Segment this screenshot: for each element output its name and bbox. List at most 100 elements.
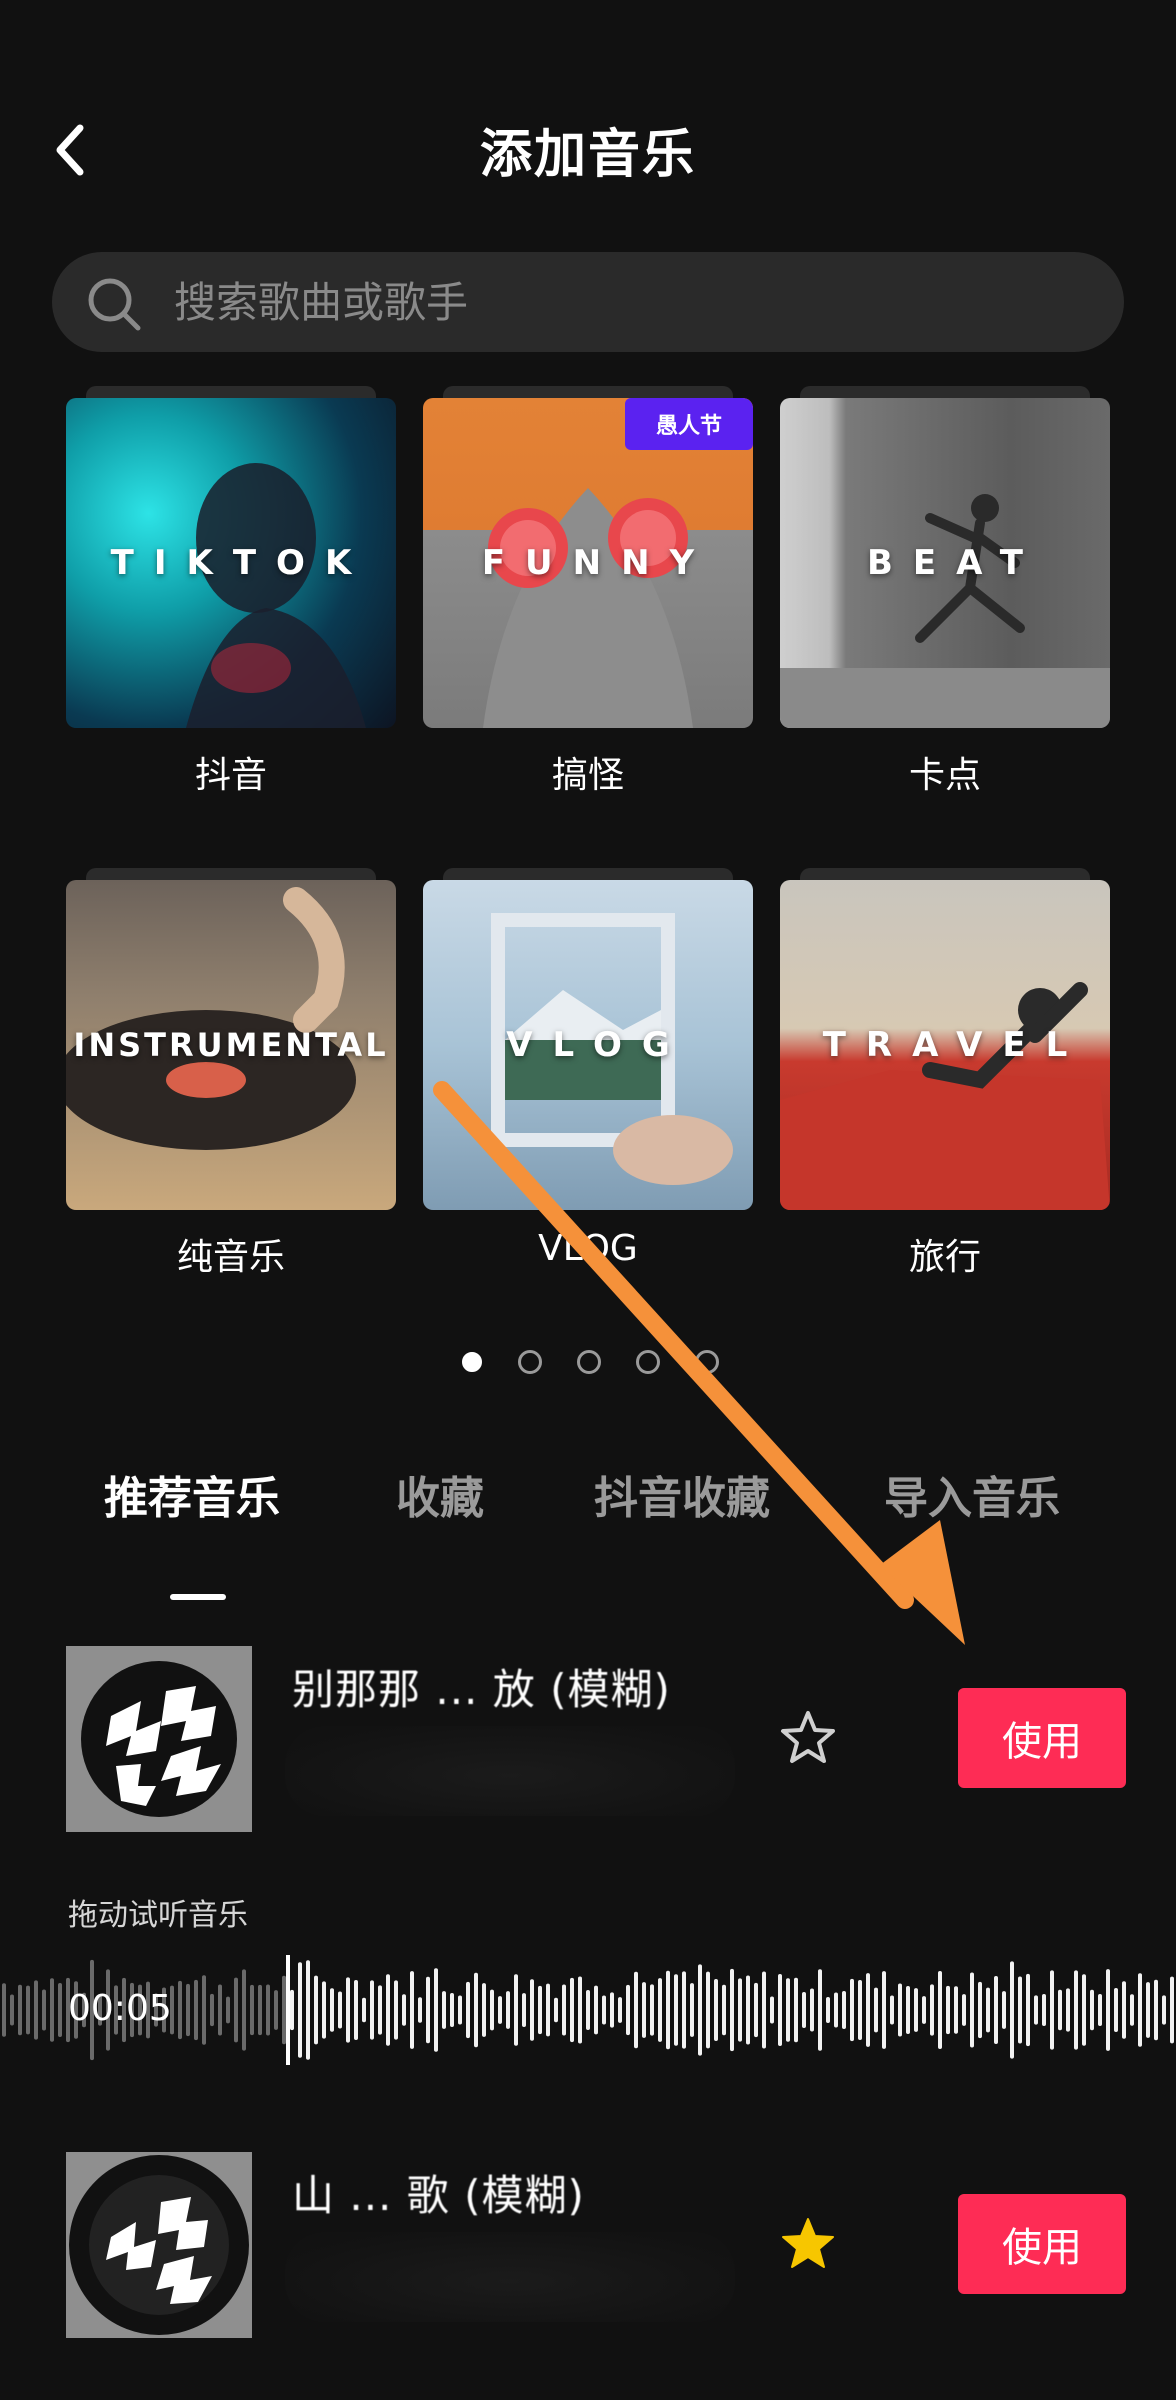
- waveform-bar: [458, 1995, 462, 2025]
- waveform-bar: [346, 1977, 350, 2043]
- waveform-bar: [394, 1980, 398, 2040]
- waveform-bar: [322, 1981, 326, 2039]
- waveform-bar: [618, 1997, 622, 2023]
- waveform-bar: [290, 1989, 294, 2031]
- waveform-bar: [1106, 1969, 1110, 2051]
- favorite-button[interactable]: [778, 2214, 838, 2274]
- category-thumb-text: BEAT: [866, 543, 1043, 583]
- category-beat[interactable]: BEAT 卡点: [780, 386, 1110, 846]
- waveform-bar: [666, 1970, 670, 2050]
- waveform-bar: [778, 1973, 782, 2047]
- waveform-bar: [450, 1992, 454, 2028]
- star-filled-icon: [782, 2218, 834, 2268]
- waveform-bar: [890, 1995, 894, 2025]
- waveform-bar: [1034, 1995, 1038, 2025]
- waveform-bar: [610, 1992, 614, 2028]
- search-input[interactable]: [172, 252, 1072, 352]
- waveform-bar: [818, 1969, 822, 2051]
- waveform-bar: [754, 1982, 758, 2038]
- category-thumb-text: TRAVEL: [822, 1025, 1088, 1065]
- tab-import-music[interactable]: 导入音乐: [884, 1462, 1060, 1526]
- waveform-bar: [770, 1996, 774, 2024]
- waveform-bar: [506, 1991, 510, 2029]
- tab-favorites[interactable]: 收藏: [396, 1462, 484, 1526]
- waveform-bar: [1066, 1988, 1070, 2032]
- waveform-bar: [282, 1975, 286, 2045]
- waveform-bar: [258, 1984, 262, 2036]
- waveform-bar: [298, 1962, 302, 2058]
- category-funny[interactable]: FUNNY 愚人节 搞怪: [423, 386, 753, 846]
- waveform-bar: [914, 1988, 918, 2032]
- waveform-bar: [978, 1981, 982, 2039]
- category-travel[interactable]: TRAVEL 旅行: [780, 868, 1110, 1328]
- tab-douyin-favorites[interactable]: 抖音收藏: [594, 1462, 770, 1526]
- waveform-bar: [466, 1981, 470, 2039]
- waveform-bar: [482, 1983, 486, 2037]
- waveform-bar: [842, 1991, 846, 2029]
- category-thumb-text: VLOG: [506, 1025, 690, 1065]
- category-label: 纯音乐: [176, 1237, 285, 1278]
- song-row[interactable]: 别那那 ... 放 (模糊) 使用: [0, 1646, 1176, 1836]
- pager-dot[interactable]: [462, 1352, 482, 1372]
- waveform-bar: [586, 1989, 590, 2031]
- pager-dot[interactable]: [518, 1350, 542, 1374]
- waveform-bar: [202, 1975, 206, 2045]
- search-bar[interactable]: [52, 252, 1124, 352]
- pager-dot[interactable]: [695, 1350, 719, 1374]
- waveform-bar: [42, 1989, 46, 2031]
- category-thumbnail: FUNNY 愚人节: [423, 398, 753, 728]
- waveform-bar: [674, 1974, 678, 2046]
- waveform-bar: [938, 1970, 942, 2050]
- waveform-bar: [690, 1983, 694, 2037]
- category-instrumental[interactable]: INSTRUMENTAL 纯音乐: [66, 868, 396, 1328]
- waveform-bar: [58, 1983, 62, 2037]
- song-artist-blurred: [285, 1726, 735, 1816]
- waveform-bar: [354, 1979, 358, 2041]
- waveform-bar: [274, 1990, 278, 2030]
- waveform-bar: [226, 1996, 230, 2024]
- waveform-bar: [810, 1988, 814, 2032]
- tab-recommended[interactable]: 推荐音乐: [104, 1462, 280, 1526]
- waveform-bar: [218, 1984, 222, 2036]
- waveform-bar: [186, 1983, 190, 2037]
- waveform-bar: [946, 1985, 950, 2035]
- page-title: 添加音乐: [479, 125, 696, 185]
- waveform-bar: [578, 1976, 582, 2044]
- waveform-bar: [370, 1980, 374, 2040]
- use-button[interactable]: 使用: [958, 2194, 1126, 2294]
- category-tiktok[interactable]: TIKTOK 抖音: [66, 386, 396, 846]
- pager-dot[interactable]: [636, 1350, 660, 1374]
- waveform-bar: [1130, 1994, 1134, 2026]
- waveform-bar: [538, 1985, 542, 2035]
- song-row[interactable]: 山 ... 歌 (模糊) 使用: [0, 2152, 1176, 2342]
- waveform-bar: [330, 1988, 334, 2032]
- waveform-bar: [1114, 1987, 1118, 2033]
- waveform-bar: [194, 1979, 198, 2041]
- waveform-bar: [994, 1976, 998, 2044]
- waveform-bar: [786, 1978, 790, 2042]
- waveform-bar: [410, 1971, 414, 2049]
- pager-dot[interactable]: [577, 1350, 601, 1374]
- waveform-bar: [794, 1977, 798, 2043]
- waveform-bar: [426, 1976, 430, 2044]
- favorite-button[interactable]: [778, 1708, 838, 1768]
- song-title: 山 ... 歌 (模糊): [292, 2171, 585, 2220]
- category-thumb-text: TIKTOK: [110, 543, 372, 583]
- playhead[interactable]: [286, 1955, 290, 2065]
- waveform-bar: [50, 1978, 54, 2042]
- category-vlog[interactable]: VLOG VLOG: [423, 868, 753, 1328]
- pager-dots: [450, 1350, 750, 1380]
- waveform-bar: [386, 1974, 390, 2046]
- waveform-bar: [474, 1972, 478, 2048]
- audio-waveform-scrubber[interactable]: [0, 1955, 1176, 2065]
- waveform-bar: [682, 1971, 686, 2049]
- use-button[interactable]: 使用: [958, 1688, 1126, 1788]
- houndstooth-cover-image: [66, 1646, 252, 1832]
- waveform-bar: [986, 1987, 990, 2033]
- waveform-bar: [866, 1973, 870, 2047]
- waveform-bar: [762, 1971, 766, 2049]
- waveform-bar: [1082, 1974, 1086, 2046]
- category-label: 卡点: [908, 755, 981, 796]
- waveform-bar: [1042, 1993, 1046, 2027]
- waveform-bar: [898, 1983, 902, 2037]
